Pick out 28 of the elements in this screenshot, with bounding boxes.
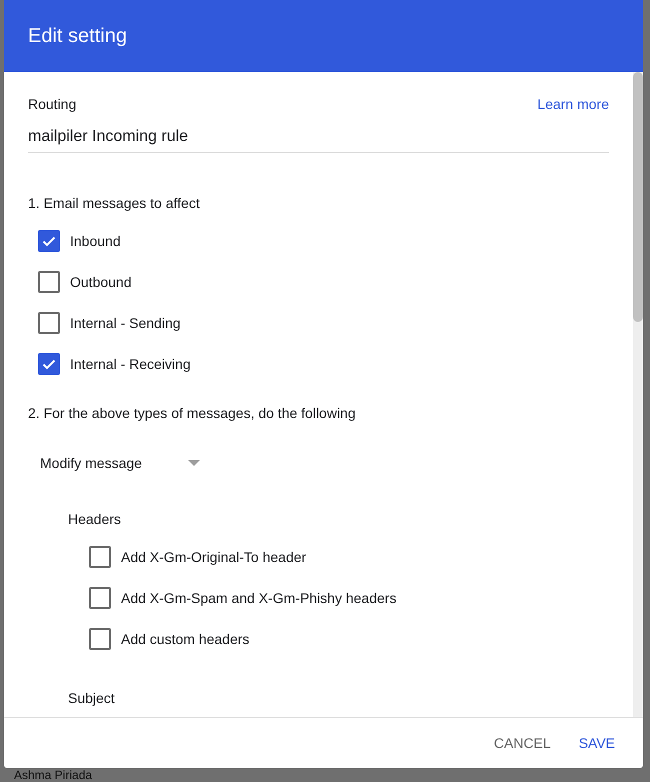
checkbox-label: Internal - Sending [70,315,181,331]
cancel-button[interactable]: CANCEL [486,727,559,759]
scrollbar-thumb[interactable] [633,72,643,322]
action-dropdown[interactable]: Modify message [40,455,200,471]
save-button[interactable]: SAVE [570,727,623,759]
checkbox[interactable] [38,312,60,334]
checkbox[interactable] [89,628,111,650]
field-label: Routing [28,96,76,112]
checkbox-label: Add X-Gm-Original-To header [121,549,306,565]
checkbox[interactable] [38,230,60,252]
checkbox-label: Add custom headers [121,631,250,647]
checkbox-label: Outbound [70,274,132,290]
dialog-title: Edit setting [28,24,127,48]
checkbox-label: Inbound [70,233,121,249]
learn-more-link[interactable]: Learn more [537,96,609,112]
checkbox[interactable] [89,587,111,609]
checkbox-label: Add X-Gm-Spam and X-Gm-Phishy headers [121,590,396,606]
checkbox[interactable] [38,271,60,293]
scrollbar[interactable] [633,72,643,717]
checkbox-label: Internal - Receiving [70,356,191,372]
checkbox[interactable] [89,546,111,568]
background-text: Ashma Piriada [14,768,94,782]
group-heading: Headers [68,511,122,527]
group-heading: Subject [68,690,116,706]
section-heading: 1. Email messages to affect [28,195,201,211]
checkbox[interactable] [38,353,60,375]
section-heading: 2. For the above types of messages, do the following [28,405,357,421]
caret-icon [188,460,200,466]
